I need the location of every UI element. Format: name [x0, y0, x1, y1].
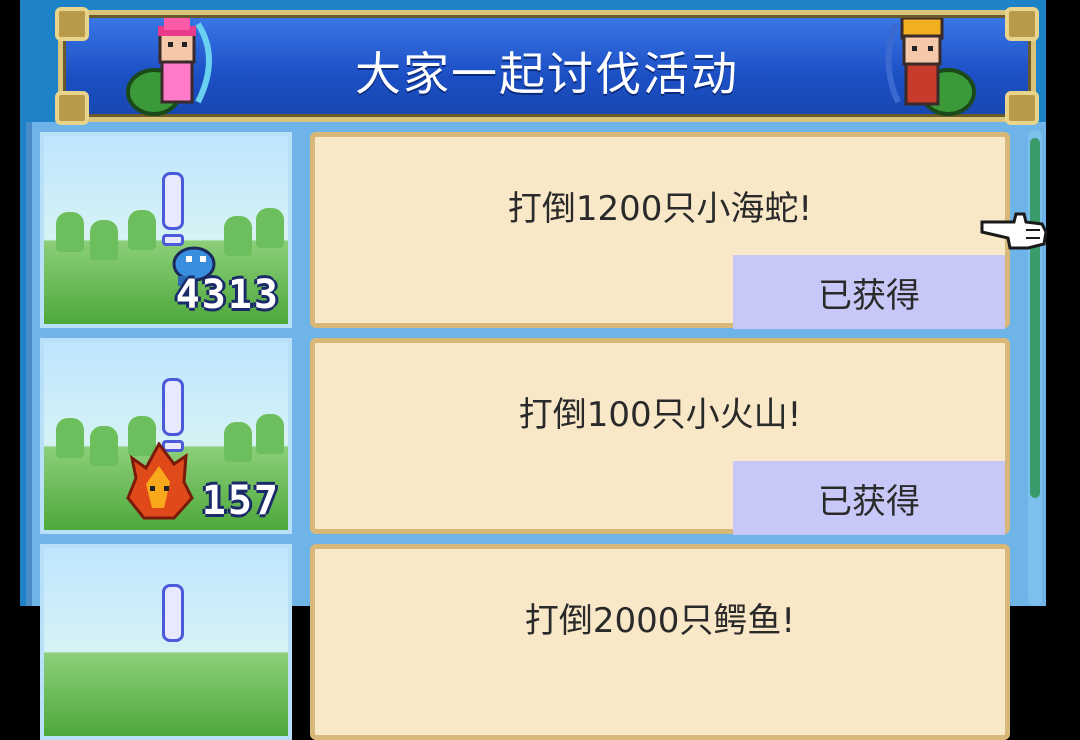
quest-card: 打倒2000只鳄鱼! [310, 544, 1010, 740]
scrollbar[interactable] [1028, 130, 1042, 606]
pointing-hand-icon [980, 212, 1048, 250]
quest-row[interactable]: 打倒2000只鳄鱼! [40, 544, 1010, 740]
fire-monster-icon [126, 442, 194, 520]
kill-count: 4313 [175, 272, 280, 318]
quest-title: 打倒100只小火山! [518, 395, 802, 435]
monster-thumbnail: 157 [40, 338, 292, 534]
quest-title: 打倒2000只鳄鱼! [524, 601, 796, 641]
claimed-button[interactable]: 已获得 [733, 255, 1005, 329]
scrollbar-thumb[interactable] [1030, 138, 1040, 498]
monster-thumbnail [40, 544, 292, 740]
quest-row[interactable]: 157 打倒100只小火山! 已获得 [40, 338, 1010, 535]
quest-row[interactable]: 4313 打倒1200只小海蛇! 已获得 [40, 132, 1010, 329]
quest-card: 打倒100只小火山! 已获得 [310, 338, 1010, 535]
princess-avatar-icon [126, 18, 212, 116]
monster-thumbnail: 4313 [40, 132, 292, 328]
warrior-avatar-icon [885, 18, 976, 116]
exclamation-icon [162, 172, 184, 230]
claimed-button[interactable]: 已获得 [733, 461, 1005, 535]
quest-title: 打倒1200只小海蛇! [507, 189, 813, 229]
quest-card: 打倒1200只小海蛇! 已获得 [310, 132, 1010, 329]
kill-count: 157 [201, 478, 280, 524]
exclamation-icon [162, 378, 184, 436]
exclamation-icon [162, 584, 184, 642]
